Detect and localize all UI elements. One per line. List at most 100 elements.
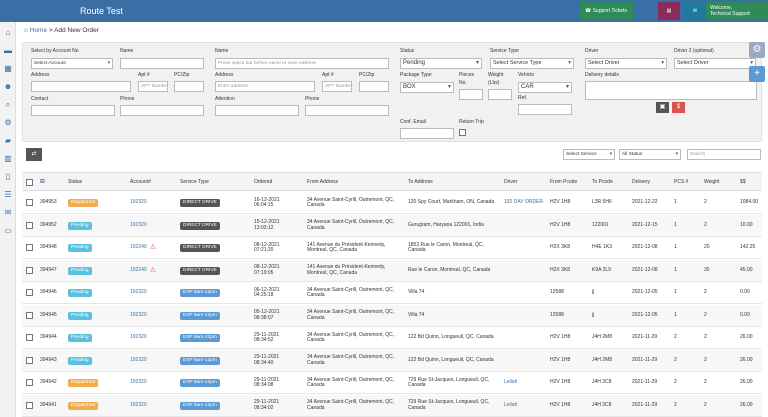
users-icon[interactable]: ☻ bbox=[3, 82, 13, 92]
clipboard-button[interactable]: ▤ bbox=[658, 2, 680, 20]
cell-account[interactable]: 192240 ⚠ bbox=[130, 260, 178, 282]
select-all-checkbox[interactable] bbox=[26, 179, 33, 186]
list-icon[interactable]: ☰ bbox=[3, 190, 13, 200]
chat-button[interactable]: ✉ bbox=[684, 2, 706, 20]
header-from-pcode[interactable]: From Pcode bbox=[550, 173, 577, 192]
select-service-filter[interactable]: Select Service bbox=[563, 149, 615, 160]
cell-account[interactable]: 192320 bbox=[130, 192, 178, 214]
pczip-input-2[interactable] bbox=[359, 81, 389, 92]
phone-input-2[interactable] bbox=[305, 105, 389, 116]
pczip-input-1[interactable] bbox=[174, 81, 204, 92]
settings-float-button[interactable]: ⚙ bbox=[749, 42, 765, 58]
cell-driver[interactable] bbox=[504, 282, 549, 304]
driver-link[interactable]: Leilah bbox=[504, 380, 517, 386]
weight-input[interactable] bbox=[488, 89, 512, 100]
table-row[interactable]: 394941 Dispatched 192320 EXP 9am-12pm 29-11-… bbox=[22, 394, 762, 417]
apt-input-2[interactable]: APT Numbe bbox=[322, 81, 352, 92]
table-row[interactable]: 394953 Dispatched 192320 DIRECT DRIVE 16-12-… bbox=[22, 192, 762, 214]
cell-driver[interactable]: Leilah bbox=[504, 395, 549, 417]
truck-icon[interactable]: ▰ bbox=[3, 136, 13, 146]
money-icon[interactable]: ▭ bbox=[3, 226, 13, 236]
gear-icon[interactable]: ⚙ bbox=[3, 118, 13, 128]
header-pcs[interactable]: PCS # bbox=[674, 173, 688, 192]
book-icon[interactable]: ▥ bbox=[3, 154, 13, 164]
address-input-2[interactable]: Enter address bbox=[215, 81, 315, 92]
document-icon[interactable]: ▯ bbox=[3, 172, 13, 182]
header-ordered[interactable]: Ordered bbox=[254, 173, 272, 192]
return-trip-checkbox[interactable] bbox=[459, 129, 466, 136]
table-row[interactable]: 394952 Pending 192320 DIRECT DRIVE 15-12-202… bbox=[22, 214, 762, 237]
driver-link[interactable]: 192 DAY ORDER bbox=[504, 200, 543, 206]
cell-account[interactable]: 192320 bbox=[130, 215, 178, 237]
row-checkbox[interactable] bbox=[26, 356, 33, 364]
table-row[interactable]: 394945 Pending 192320 EXP 9am-12pm 05-12-202… bbox=[22, 304, 762, 327]
driver2-dropdown[interactable]: Select Driver bbox=[674, 58, 756, 69]
account-link[interactable]: 192320 bbox=[130, 290, 147, 296]
account-link[interactable]: 192320 bbox=[130, 222, 147, 229]
row-checkbox[interactable] bbox=[26, 334, 33, 341]
driver-link[interactable]: Leilah bbox=[504, 402, 517, 409]
name-input-2[interactable]: Press space bar before name to save addr… bbox=[215, 58, 389, 69]
conf-email-input[interactable] bbox=[400, 128, 454, 139]
header-account[interactable]: Account# bbox=[130, 173, 151, 192]
cell-driver[interactable]: Leilah bbox=[504, 372, 549, 394]
package-type-dropdown[interactable]: BOX bbox=[400, 82, 454, 93]
cell-account[interactable]: 192320 bbox=[130, 282, 178, 304]
user-menu[interactable]: Welcome, Technical Support bbox=[706, 2, 768, 20]
cell-driver[interactable] bbox=[504, 237, 549, 259]
home-icon[interactable]: ⌂ bbox=[3, 28, 13, 38]
table-row[interactable]: 394946 Pending 192320 EXP 9am-12pm 06-12-202… bbox=[22, 282, 762, 304]
car-icon[interactable]: ▬ bbox=[3, 46, 13, 56]
cell-account[interactable]: 192320 bbox=[130, 350, 178, 372]
support-tickets-button[interactable]: ☎ Support Tickets bbox=[579, 2, 633, 20]
cell-account[interactable]: 192240 ⚠ bbox=[130, 237, 178, 259]
driver-dropdown[interactable]: Select Driver bbox=[585, 58, 667, 69]
cell-driver[interactable] bbox=[504, 350, 549, 372]
account-link[interactable]: 192320 bbox=[130, 402, 147, 409]
account-link[interactable]: 192240 bbox=[130, 245, 147, 251]
cell-account[interactable]: 192320 bbox=[130, 305, 178, 327]
row-checkbox[interactable] bbox=[26, 199, 33, 206]
row-checkbox[interactable] bbox=[26, 379, 33, 386]
header-to-address[interactable]: To Address bbox=[408, 173, 433, 192]
name-input-1[interactable] bbox=[120, 58, 204, 69]
row-checkbox[interactable] bbox=[26, 244, 33, 251]
cell-driver[interactable] bbox=[504, 215, 549, 237]
cell-driver[interactable] bbox=[504, 305, 549, 327]
status-filter[interactable]: All Status bbox=[619, 149, 681, 160]
breadcrumb-home[interactable]: Home bbox=[30, 27, 47, 34]
row-checkbox[interactable] bbox=[26, 289, 33, 296]
table-row[interactable]: 394947 Pending 192240 ⚠ DIRECT DRIVE 08-12-20… bbox=[22, 259, 762, 282]
select-account-dropdown[interactable]: Select Account bbox=[31, 58, 113, 69]
envelope-icon[interactable]: ✉ bbox=[3, 208, 13, 218]
header-status[interactable]: Status bbox=[68, 173, 82, 192]
vehicle-dropdown[interactable]: CAR bbox=[518, 82, 572, 93]
apt-input-1[interactable]: APT Numbe bbox=[138, 81, 168, 92]
status-dropdown[interactable]: Pending bbox=[400, 58, 482, 69]
header-weight[interactable]: Weight bbox=[704, 173, 719, 192]
phone-input-1[interactable] bbox=[120, 105, 204, 116]
cell-driver[interactable] bbox=[504, 327, 549, 349]
account-link[interactable]: 192320 bbox=[130, 380, 147, 386]
pieces-input[interactable] bbox=[459, 89, 483, 100]
table-row[interactable]: 394948 Pending 192240 ⚠ DIRECT DRIVE 08-12-20… bbox=[22, 237, 762, 259]
cell-driver[interactable]: 192 DAY ORDER bbox=[504, 192, 549, 214]
header-delivery[interactable]: Delivery bbox=[632, 173, 650, 192]
account-link[interactable]: 192240 bbox=[130, 267, 147, 274]
search-icon[interactable]: ⌕ bbox=[3, 100, 13, 110]
contact-input[interactable] bbox=[31, 105, 115, 116]
header-id[interactable]: ID bbox=[40, 179, 45, 185]
row-checkbox[interactable] bbox=[26, 401, 33, 409]
header-service-type[interactable]: Service Type bbox=[180, 173, 209, 192]
row-checkbox[interactable] bbox=[26, 221, 33, 229]
header-amount[interactable]: $$ bbox=[740, 173, 746, 192]
address-input-1[interactable] bbox=[31, 81, 131, 92]
delivery-details-textarea[interactable] bbox=[585, 81, 757, 100]
cell-account[interactable]: 192320 bbox=[130, 372, 178, 394]
header-driver[interactable]: Driver bbox=[504, 173, 517, 192]
price-button[interactable]: $ bbox=[672, 102, 685, 113]
account-link[interactable]: 192320 bbox=[130, 312, 147, 319]
ref-input[interactable] bbox=[518, 104, 572, 115]
cell-driver[interactable] bbox=[504, 260, 549, 282]
table-row[interactable]: 394943 Pending 192320 EXP 9am-12pm 29-11-202… bbox=[22, 349, 762, 372]
